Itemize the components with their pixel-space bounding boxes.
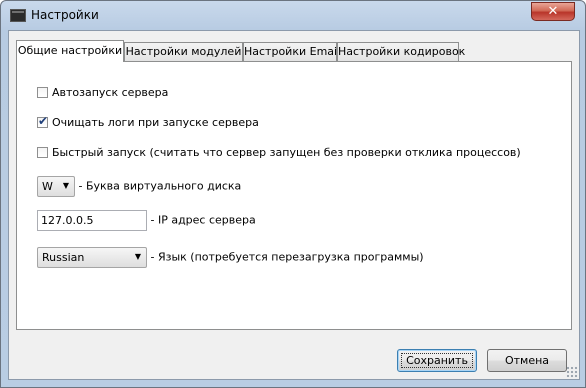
- ip-address-input[interactable]: 127.0.0.5: [37, 210, 147, 231]
- clear-logs-option[interactable]: ✔ Очищать логи при запуске сервера: [37, 114, 259, 129]
- window-title: Настройки: [31, 8, 99, 22]
- app-icon: [10, 9, 26, 22]
- drive-letter-label: - Буква виртуального диска: [78, 179, 242, 193]
- checkmark-icon: ✔: [38, 114, 49, 128]
- drive-letter-row: W ▼ - Буква виртуального диска: [37, 176, 241, 197]
- ip-address-label: - IP адрес сервера: [150, 213, 256, 227]
- autostart-checkbox[interactable]: [37, 87, 48, 98]
- dialog-body: Общие настройки Настройки модулей Настро…: [8, 30, 580, 380]
- ip-address-row: 127.0.0.5 - IP адрес сервера: [37, 210, 256, 231]
- save-button[interactable]: Сохранить: [397, 349, 477, 372]
- tab-general[interactable]: Общие настройки: [16, 40, 124, 62]
- tab-email[interactable]: Настройки Email: [243, 42, 340, 61]
- title-bar[interactable]: Настройки ✕: [1, 1, 585, 29]
- language-select[interactable]: Russian ▼: [37, 247, 147, 268]
- close-button[interactable]: ✕: [531, 2, 575, 21]
- language-row: Russian ▼ - Язык (потребуется перезагруз…: [37, 247, 424, 268]
- chevron-down-icon: ▼: [62, 181, 69, 190]
- cancel-button[interactable]: Отмена: [487, 349, 567, 372]
- drive-letter-select[interactable]: W ▼: [37, 176, 75, 197]
- tab-modules[interactable]: Настройки модулей: [124, 42, 243, 61]
- autostart-label: Автозапуск сервера: [52, 86, 169, 99]
- clear-logs-checkbox[interactable]: ✔: [37, 114, 49, 128]
- settings-window: Настройки ✕ Общие настройки Настройки мо…: [0, 0, 586, 388]
- chevron-down-icon: ▼: [134, 252, 141, 261]
- autostart-option[interactable]: Автозапуск сервера: [37, 86, 168, 99]
- clear-logs-label: Очищать логи при запуске сервера: [52, 116, 259, 129]
- fast-start-label: Быстрый запуск (считать что сервер запущ…: [52, 146, 521, 159]
- general-settings-panel: Автозапуск сервера ✔ Очищать логи при зап…: [16, 61, 572, 330]
- resize-grip-icon[interactable]: [566, 366, 578, 378]
- tab-encodings[interactable]: Настройки кодировок: [337, 42, 465, 61]
- fast-start-checkbox[interactable]: [37, 147, 48, 158]
- language-label: - Язык (потребуется перезагрузка програм…: [150, 250, 424, 264]
- fast-start-option[interactable]: Быстрый запуск (считать что сервер запущ…: [37, 146, 521, 159]
- drive-letter-value: W: [42, 180, 53, 193]
- language-value: Russian: [42, 251, 85, 264]
